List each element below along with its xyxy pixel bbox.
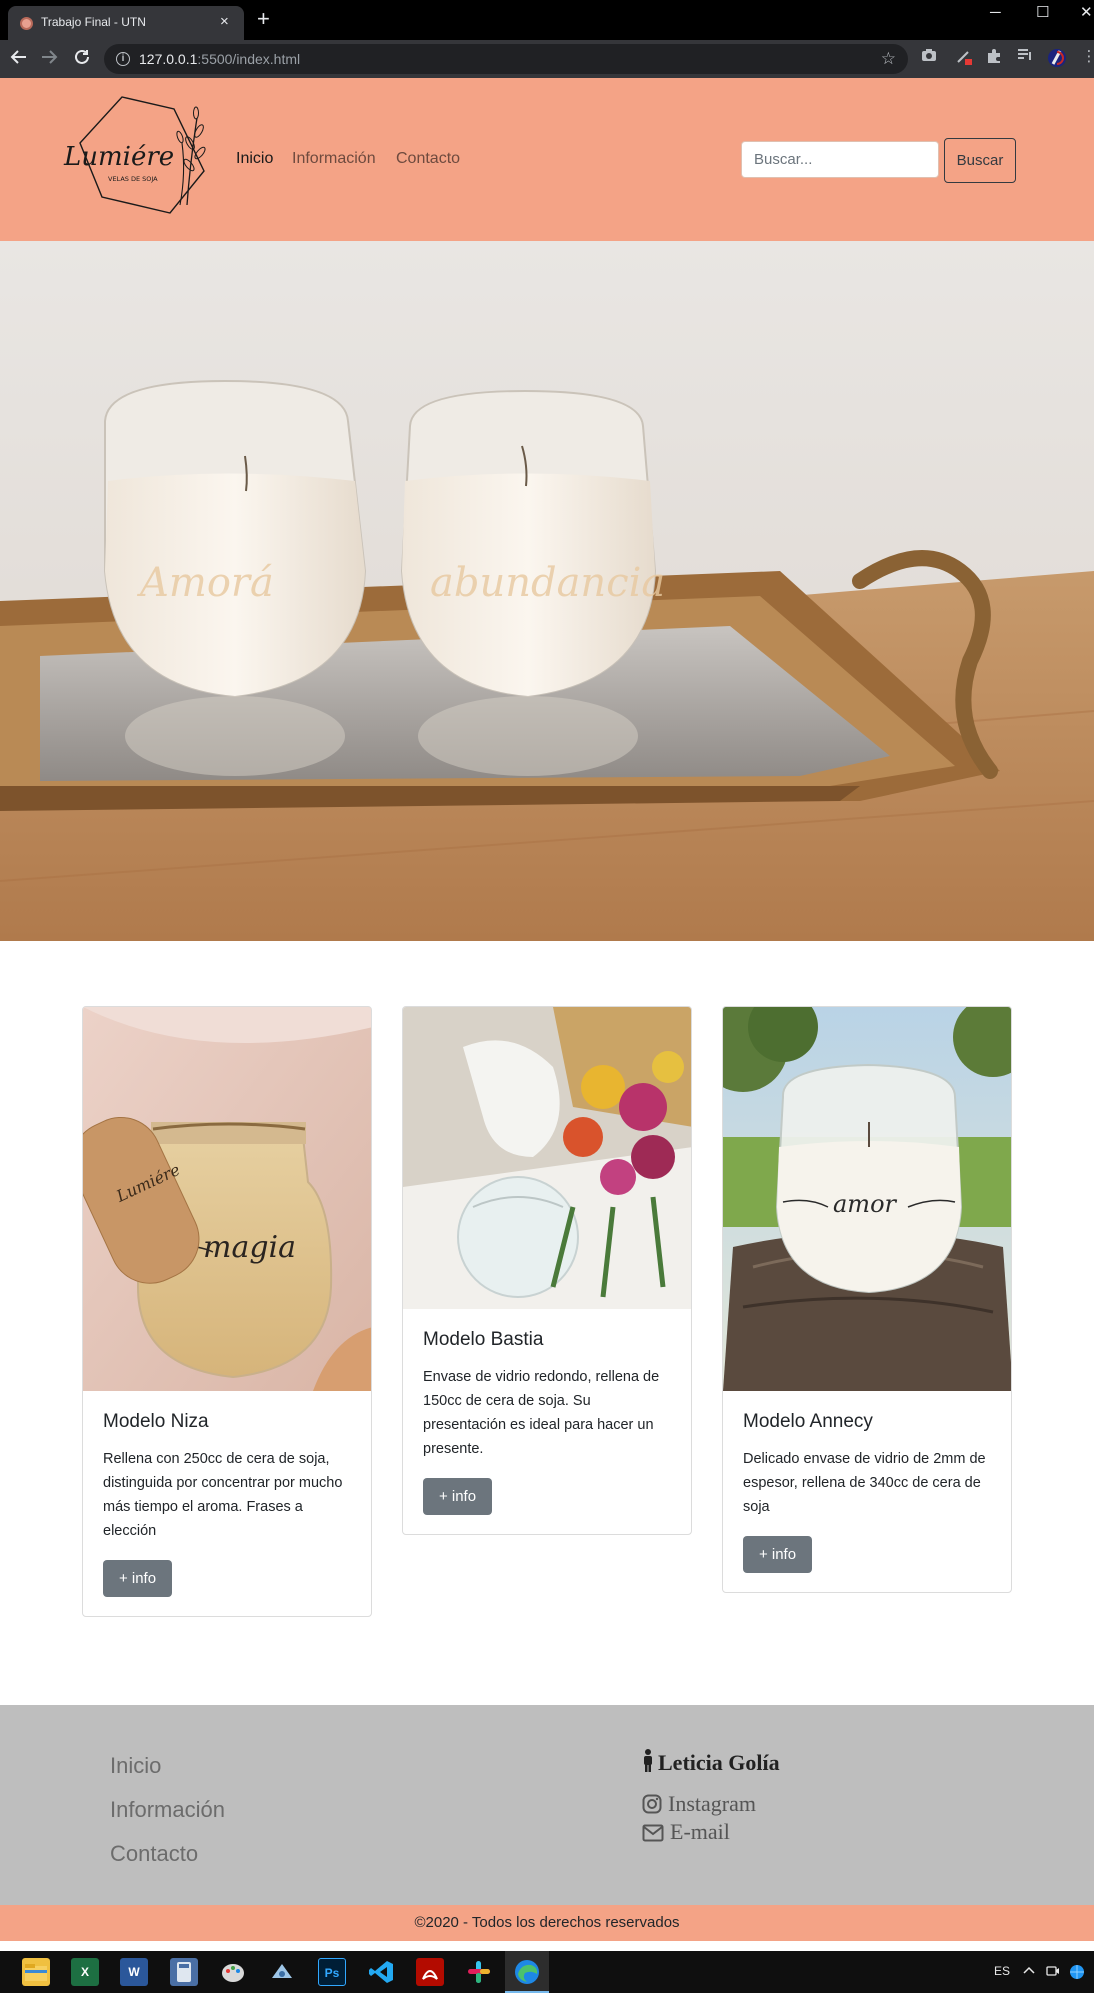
paint-icon[interactable] bbox=[219, 1958, 247, 1986]
vscode-icon[interactable] bbox=[367, 1958, 395, 1986]
more-info-button-niza[interactable]: + info bbox=[103, 1560, 172, 1597]
card-title: Modelo Annecy bbox=[743, 1411, 873, 1432]
instagram-link[interactable]: Instagram bbox=[642, 1791, 756, 1817]
chevron-up-icon[interactable] bbox=[1022, 1964, 1036, 1979]
copyright: ©2020 - Todos los derechos reservados bbox=[0, 1905, 1094, 1941]
file-explorer-icon[interactable] bbox=[22, 1958, 50, 1986]
card-image-bastia bbox=[403, 1007, 691, 1309]
window-close-button[interactable]: ✕ bbox=[1080, 2, 1093, 24]
card-image-niza: magia Lumiére bbox=[83, 1007, 371, 1391]
svg-text:abundancia: abundancia bbox=[430, 560, 665, 606]
envelope-icon bbox=[642, 1824, 664, 1842]
nav-link-contacto[interactable]: Contacto bbox=[396, 150, 460, 168]
site-footer: Inicio Información Contacto Leticia Golí… bbox=[0, 1705, 1094, 1905]
acrobat-icon[interactable] bbox=[416, 1958, 444, 1986]
network-icon[interactable] bbox=[1068, 1964, 1086, 1983]
product-card-annecy: amor Modelo Annecy Delicado envase de vi… bbox=[722, 1006, 1012, 1593]
camera-extension-icon[interactable] bbox=[920, 48, 938, 66]
card-text: Rellena con 250cc de cera de soja, disti… bbox=[103, 1451, 343, 1539]
back-icon[interactable] bbox=[10, 48, 28, 70]
author-name: Leticia Golía bbox=[642, 1749, 780, 1776]
card-text: Envase de vidrio redondo, rellena de 150… bbox=[423, 1369, 660, 1457]
search-button[interactable]: Buscar bbox=[944, 138, 1016, 183]
card-title: Modelo Bastia bbox=[423, 1329, 544, 1350]
reload-icon[interactable] bbox=[73, 48, 91, 70]
nav-link-informacion[interactable]: Información bbox=[292, 150, 376, 168]
excel-icon[interactable]: X bbox=[71, 1958, 99, 1986]
search-input[interactable] bbox=[741, 141, 939, 178]
card-title: Modelo Niza bbox=[103, 1411, 209, 1432]
forward-icon[interactable] bbox=[40, 48, 58, 70]
card-text: Delicado envase de vidrio de 2mm de espe… bbox=[743, 1451, 986, 1515]
favicon-icon bbox=[20, 17, 33, 30]
language-indicator[interactable]: ES bbox=[994, 1964, 1010, 1978]
snipping-tool-icon[interactable] bbox=[268, 1958, 296, 1986]
site-header: Lumiére VELAS DE SOJA Inicio Información… bbox=[0, 78, 1094, 241]
pen-extension-icon[interactable] bbox=[955, 48, 973, 66]
footer-link-inicio[interactable]: Inicio bbox=[110, 1753, 161, 1779]
window-minimize-button[interactable]: ─ bbox=[990, 2, 1001, 24]
more-info-button-annecy[interactable]: + info bbox=[743, 1536, 812, 1573]
card-body: Modelo Bastia Envase de vidrio redondo, … bbox=[403, 1309, 691, 1461]
tab-title: Trabajo Final - UTN bbox=[41, 15, 146, 29]
media-queue-icon[interactable] bbox=[1016, 48, 1034, 66]
tab-close-icon[interactable]: × bbox=[220, 13, 229, 31]
new-tab-button[interactable]: + bbox=[257, 8, 270, 30]
product-card-niza: magia Lumiére Modelo Niza Rellena con 25… bbox=[82, 1006, 372, 1617]
windows-taskbar: X W Ps ES bbox=[0, 1951, 1094, 1993]
address-bar[interactable]: i 127.0.0.1:5500/index.html ☆ bbox=[104, 44, 908, 74]
menu-icon[interactable]: ⋮ bbox=[1080, 48, 1094, 66]
product-card-bastia: Modelo Bastia Envase de vidrio redondo, … bbox=[402, 1006, 692, 1535]
calculator-icon[interactable] bbox=[170, 1958, 198, 1986]
slack-icon[interactable] bbox=[465, 1958, 493, 1986]
footer-link-contacto[interactable]: Contacto bbox=[110, 1841, 198, 1867]
nav-link-inicio[interactable]: Inicio bbox=[236, 150, 273, 168]
svg-text:Amorá: Amorá bbox=[136, 560, 274, 606]
window-maximize-button[interactable]: ☐ bbox=[1036, 2, 1049, 24]
card-body: Modelo Niza Rellena con 250cc de cera de… bbox=[83, 1391, 371, 1543]
svg-text:Lumiére: Lumiére bbox=[63, 142, 174, 172]
info-icon[interactable]: i bbox=[116, 52, 130, 66]
more-info-button-bastia[interactable]: + info bbox=[423, 1478, 492, 1515]
person-icon bbox=[644, 1749, 652, 1772]
browser-tabstrip: Trabajo Final - UTN × + ─ ☐ ✕ bbox=[0, 0, 1094, 40]
profile-avatar-icon[interactable] bbox=[1047, 48, 1066, 67]
word-icon[interactable]: W bbox=[120, 1958, 148, 1986]
browser-tab[interactable]: Trabajo Final - UTN × bbox=[8, 6, 244, 40]
lumiere-logo[interactable]: Lumiére VELAS DE SOJA bbox=[62, 93, 212, 218]
instagram-icon bbox=[642, 1794, 662, 1814]
amor-label: amor bbox=[833, 1190, 898, 1218]
star-icon[interactable]: ☆ bbox=[881, 49, 896, 69]
card-image-annecy: amor bbox=[723, 1007, 1011, 1391]
hero-image-candles-on-tray: Amorá abundancia bbox=[0, 241, 1094, 941]
svg-text:VELAS DE SOJA: VELAS DE SOJA bbox=[108, 175, 158, 183]
magia-label: magia bbox=[203, 1230, 296, 1265]
photoshop-icon[interactable]: Ps bbox=[318, 1958, 346, 1986]
card-body: Modelo Annecy Delicado envase de vidrio … bbox=[723, 1391, 1011, 1519]
edge-icon[interactable] bbox=[513, 1958, 541, 1986]
url-text: 127.0.0.1:5500/index.html bbox=[139, 51, 301, 67]
meet-now-icon[interactable] bbox=[1046, 1964, 1060, 1981]
footer-link-informacion[interactable]: Información bbox=[110, 1797, 225, 1823]
email-link[interactable]: E-mail bbox=[642, 1819, 730, 1845]
puzzle-extensions-icon[interactable] bbox=[985, 48, 1003, 66]
